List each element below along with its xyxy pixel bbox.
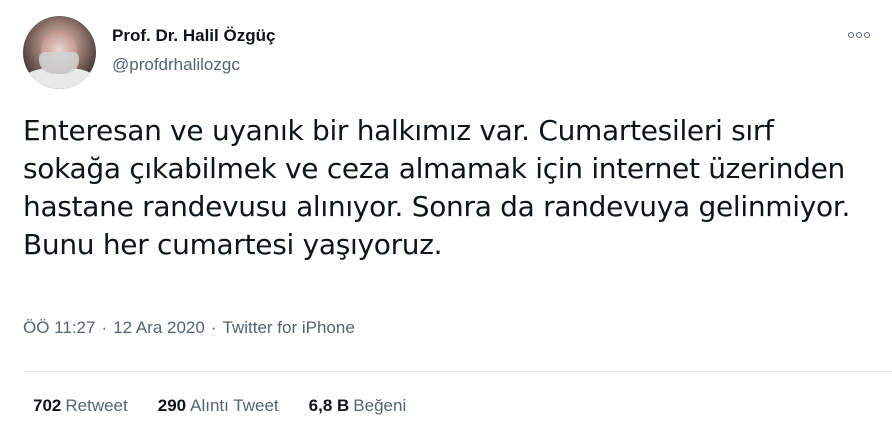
likes-count: 6,8 B [308,396,350,415]
tweet-text: Enteresan ve uyanık bir halkımız var. Cu… [23,114,851,261]
tweet-stats: 702 Retweet 290 Alıntı Tweet 6,8 B Beğeni [33,396,436,416]
tweet-card: Prof. Dr. Halil Özgüç @profdrhalilozgc E… [0,0,892,436]
meta-separator: · [101,318,108,337]
quotes-stat[interactable]: 290 Alıntı Tweet [158,396,279,416]
meta-separator: · [210,318,217,337]
retweets-label: Retweet [65,396,128,415]
user-display-name[interactable]: Prof. Dr. Halil Özgüç [112,26,275,46]
divider [23,371,892,372]
user-handle[interactable]: @profdrhalilozgc [112,55,240,75]
likes-label: Beğeni [353,396,407,415]
quotes-count: 290 [157,396,187,415]
avatar[interactable] [23,16,96,89]
likes-stat[interactable]: 6,8 B Beğeni [309,396,407,416]
tweet-time[interactable]: ÖÖ 11:27 [23,318,95,337]
more-options-icon[interactable] [846,26,872,44]
tweet-source[interactable]: Twitter for iPhone [223,318,355,337]
retweets-count: 702 [33,396,62,415]
retweets-stat[interactable]: 702 Retweet [33,396,128,416]
tweet-meta: ÖÖ 11:27 · 12 Ara 2020 · Twitter for iPhone [23,318,355,338]
avatar-mask [39,52,79,74]
tweet-date[interactable]: 12 Ara 2020 [113,318,205,337]
quotes-label: Alıntı Tweet [190,396,279,415]
